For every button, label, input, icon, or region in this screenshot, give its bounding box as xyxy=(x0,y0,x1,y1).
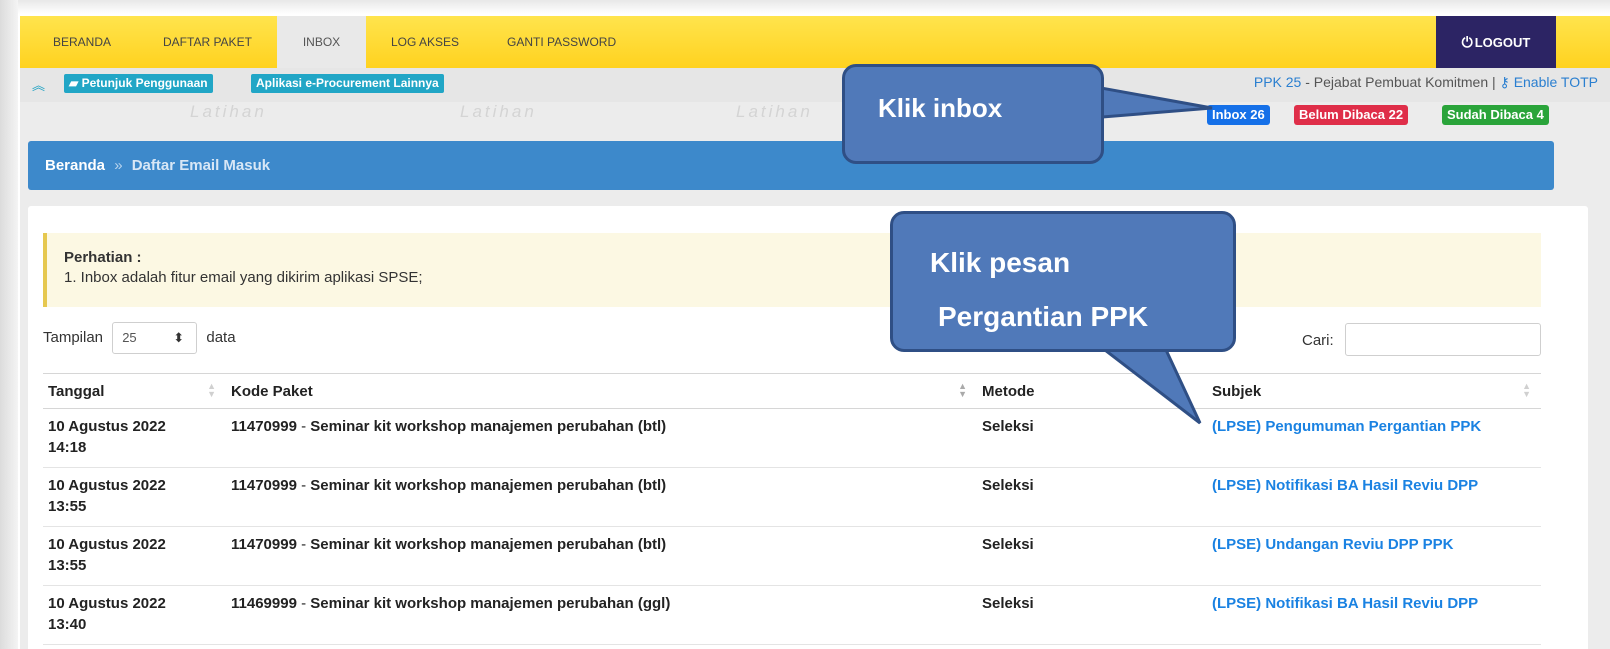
notice-title: Perhatian : xyxy=(64,249,142,266)
search-label: Cari: xyxy=(1302,332,1334,349)
package-cell: 11470999 - Seminar kit workshop manajeme… xyxy=(226,526,977,586)
search-input[interactable] xyxy=(1345,323,1541,356)
notice-line: 1. Inbox adalah fitur email yang dikirim… xyxy=(64,269,423,286)
chevron-up-icon[interactable]: ︽ xyxy=(32,75,45,94)
sort-icon: ▲ ▼ xyxy=(958,381,967,399)
package-cell: 11470999 - Seminar kit workshop manajeme… xyxy=(226,408,977,468)
sub-toolbar: ︽ ▰ Petunjuk Penggunaan Aplikasi e-Procu… xyxy=(20,68,1610,102)
table-row: 10 Agustus 2022 14:18 11470999 - Seminar … xyxy=(43,408,1541,468)
callout-text: Pergantian PPK xyxy=(938,301,1149,332)
package-cell: 11469999 - Seminar kit workshop manajeme… xyxy=(226,585,977,645)
callout-klik-pesan: Klik pesan Pergantian PPK xyxy=(890,211,1236,352)
inbox-table: Tanggal ▲ ▼ Kode Paket ▲ ▼ Metode Subjek ▲ ▼ 1… xyxy=(43,373,1541,645)
callout-text: Klik inbox xyxy=(878,93,1003,123)
breadcrumb-home[interactable]: Beranda xyxy=(45,157,105,174)
book-icon: ▰ xyxy=(69,76,79,90)
page-length-prefix: Tampilan xyxy=(43,328,104,346)
watermark: Latihan xyxy=(190,102,267,121)
table-row: 10 Agustus 2022 13:55 11470999 - Seminar … xyxy=(43,467,1541,527)
key-icon: ⚷ xyxy=(1499,74,1510,90)
package-cell: 11470999 - Seminar kit workshop manajeme… xyxy=(226,467,977,527)
inbox-count-badge[interactable]: Inbox 26 xyxy=(1207,105,1270,125)
nav-item-daftar-paket[interactable]: DAFTAR PAKET xyxy=(163,16,252,68)
column-header-subjek[interactable]: Subjek ▲ ▼ xyxy=(1207,373,1541,409)
nav-item-ganti-password[interactable]: GANTI PASSWORD xyxy=(507,16,616,68)
user-code-link[interactable]: PPK 25 xyxy=(1254,74,1301,90)
breadcrumb-current: Daftar Email Masuk xyxy=(131,157,271,174)
app-screen: BERANDA DAFTAR PAKET INBOX LOG AKSES GAN… xyxy=(20,16,1610,649)
date-cell: 10 Agustus 2022 13:55 xyxy=(43,467,226,527)
select-arrows-icon: ⬍ xyxy=(173,330,185,345)
frame-top-shadow xyxy=(0,0,1610,14)
table-header-row: Tanggal ▲ ▼ Kode Paket ▲ ▼ Metode Subjek ▲ ▼ xyxy=(43,373,1541,409)
watermark: Latihan xyxy=(736,102,813,121)
sort-icon: ▲ ▼ xyxy=(1522,381,1531,399)
column-header-metode[interactable]: Metode xyxy=(977,373,1207,409)
enable-totp-link[interactable]: ⚷ Enable TOTP xyxy=(1500,74,1598,90)
window-frame: BERANDA DAFTAR PAKET INBOX LOG AKSES GAN… xyxy=(0,0,1610,649)
subject-cell: (LPSE) Notifikasi BA Hasil Reviu DPP xyxy=(1207,467,1541,527)
subject-cell: (LPSE) Undangan Reviu DPP PPK xyxy=(1207,526,1541,586)
notice-box: Perhatian : 1. Inbox adalah fitur email … xyxy=(43,233,1541,307)
date-cell: 10 Agustus 2022 13:40 xyxy=(43,585,226,645)
other-apps-button[interactable]: Aplikasi e-Procurement Lainnya xyxy=(251,74,444,93)
read-count-badge[interactable]: Sudah Dibaca 4 xyxy=(1442,105,1549,125)
table-row: 10 Agustus 2022 13:55 11470999 - Seminar … xyxy=(43,526,1541,586)
subject-link[interactable]: (LPSE) Undangan Reviu DPP PPK xyxy=(1212,536,1453,553)
method-cell: Seleksi xyxy=(977,526,1207,586)
subject-cell: (LPSE) Notifikasi BA Hasil Reviu DPP xyxy=(1207,585,1541,645)
page-length-suffix: data xyxy=(206,328,236,346)
top-navbar: BERANDA DAFTAR PAKET INBOX LOG AKSES GAN… xyxy=(20,16,1610,68)
unread-count-badge[interactable]: Belum Dibaca 22 xyxy=(1294,105,1409,125)
method-cell: Seleksi xyxy=(977,408,1207,468)
content-panel: Perhatian : 1. Inbox adalah fitur email … xyxy=(28,206,1588,649)
date-cell: 10 Agustus 2022 14:18 xyxy=(43,408,226,468)
callout-klik-inbox: Klik inbox xyxy=(842,64,1104,164)
method-cell: Seleksi xyxy=(977,467,1207,527)
watermark: Latihan xyxy=(460,102,537,121)
date-cell: 10 Agustus 2022 13:55 xyxy=(43,526,226,586)
subject-cell: (LPSE) Pengumuman Pergantian PPK xyxy=(1207,408,1541,468)
nav-item-inbox[interactable]: INBOX xyxy=(277,16,366,68)
column-header-kode-paket[interactable]: Kode Paket ▲ ▼ xyxy=(226,373,977,409)
page-length-select[interactable]: 25 ⬍ xyxy=(112,322,198,354)
enable-totp-label: Enable TOTP xyxy=(1513,74,1598,90)
subject-link[interactable]: (LPSE) Notifikasi BA Hasil Reviu DPP xyxy=(1212,477,1478,494)
frame-left-shadow xyxy=(0,0,18,649)
subject-link[interactable]: (LPSE) Notifikasi BA Hasil Reviu DPP xyxy=(1212,595,1478,612)
page-length-value: 25 xyxy=(122,330,137,345)
breadcrumb-separator: » xyxy=(114,157,123,174)
page-length-control: Tampilan 25 ⬍ data xyxy=(43,322,236,354)
column-header-tanggal[interactable]: Tanggal ▲ ▼ xyxy=(43,373,226,409)
method-cell: Seleksi xyxy=(977,585,1207,645)
subject-link[interactable]: (LPSE) Pengumuman Pergantian PPK xyxy=(1212,418,1481,435)
user-guide-button[interactable]: ▰ Petunjuk Penggunaan xyxy=(64,74,213,93)
callout-text: Klik pesan xyxy=(930,247,1071,278)
sort-icon: ▲ ▼ xyxy=(207,381,216,399)
breadcrumb: Beranda » Daftar Email Masuk xyxy=(28,141,1554,190)
user-guide-label: Petunjuk Penggunaan xyxy=(81,76,208,90)
nav-item-beranda[interactable]: BERANDA xyxy=(53,16,111,68)
nav-item-log-akses[interactable]: LOG AKSES xyxy=(391,16,459,68)
logout-button[interactable]: ⏻ LOGOUT xyxy=(1436,16,1556,68)
table-row: 10 Agustus 2022 13:40 11469999 - Seminar … xyxy=(43,585,1541,645)
power-icon: ⏻ xyxy=(1461,34,1473,50)
user-info: PPK 25 - Pejabat Pembuat Komitmen | ⚷ En… xyxy=(1254,74,1598,91)
user-role: - Pejabat Pembuat Komitmen | xyxy=(1301,74,1500,90)
logout-label: LOGOUT xyxy=(1474,35,1531,50)
